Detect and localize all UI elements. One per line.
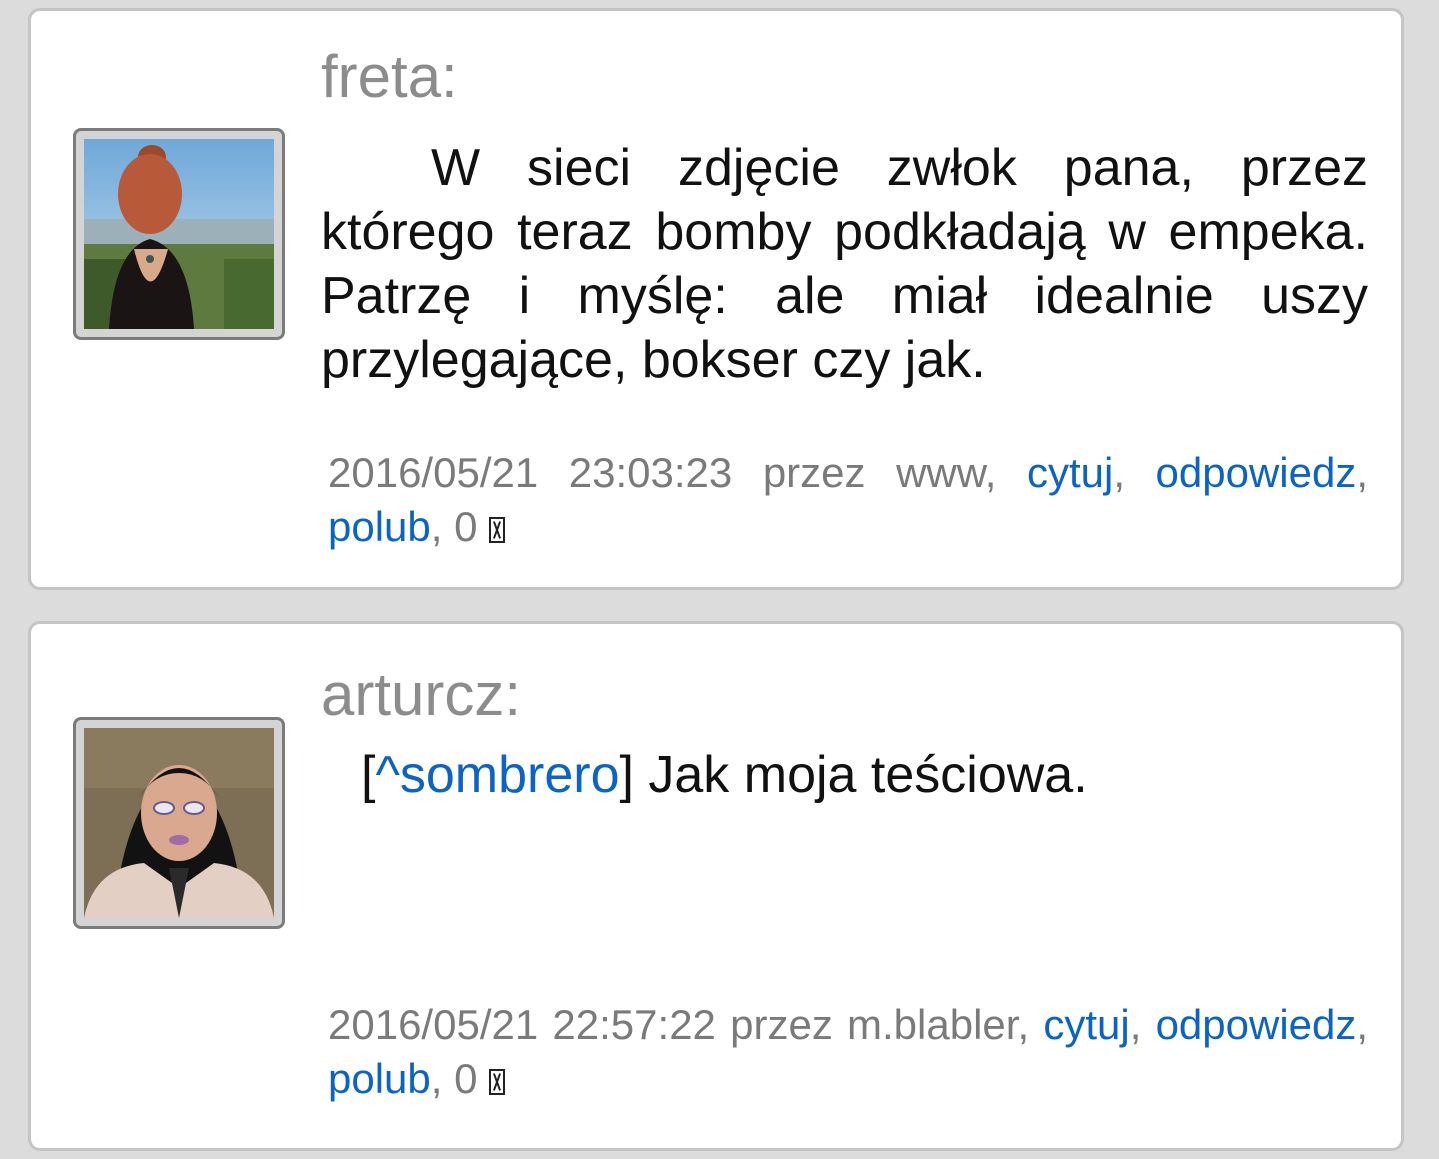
comment-card: arturcz: [^sombrero] Jak moja teściowa. …: [28, 621, 1404, 1151]
comment-text-content: Jak moja teściowa.: [648, 746, 1088, 804]
avatar[interactable]: [73, 717, 285, 929]
by-label: przez: [762, 449, 866, 496]
reply-link[interactable]: odpowiedz: [1156, 449, 1357, 496]
like-link[interactable]: polub: [328, 1055, 431, 1102]
mention-link[interactable]: ^sombrero: [375, 746, 619, 804]
comment-meta: 2016/05/21 22:57:22 przez m.blabler, cyt…: [328, 1001, 1369, 1102]
comment-time: 23:03:23: [568, 449, 733, 496]
missing-glyph-icon: [489, 1069, 506, 1095]
avatar[interactable]: [73, 128, 285, 340]
comment-time: 22:57:22: [552, 1001, 716, 1048]
comment-date: 2016/05/21: [328, 1001, 539, 1048]
avatar-image: [84, 139, 274, 329]
quote-link[interactable]: cytuj: [1043, 1001, 1129, 1048]
like-count: 0: [454, 1055, 478, 1102]
comment-date: 2016/05/21: [328, 449, 539, 496]
by-user: m.blabler,: [847, 1001, 1030, 1048]
missing-glyph-icon: [489, 517, 506, 543]
comment-author[interactable]: arturcz:: [321, 665, 521, 725]
like-link[interactable]: polub: [328, 503, 431, 550]
comment-author[interactable]: freta:: [321, 47, 458, 107]
quote-link[interactable]: cytuj: [1027, 449, 1113, 496]
by-user: www,: [896, 449, 997, 496]
comment-meta: 2016/05/21 23:03:23 przez www, cytuj, od…: [328, 449, 1369, 550]
by-label: przez: [730, 1001, 833, 1048]
reply-link[interactable]: odpowiedz: [1156, 1001, 1357, 1048]
avatar-image: [84, 728, 274, 918]
comment-text: [^sombrero] Jak moja teściowa.: [361, 746, 1088, 804]
comment-card: freta: W sieci zdjęcie zwłok pana, przez…: [28, 8, 1404, 590]
comment-text: W sieci zdjęcie zwłok pana, przez któreg…: [321, 139, 1368, 389]
like-count: 0: [454, 503, 478, 550]
